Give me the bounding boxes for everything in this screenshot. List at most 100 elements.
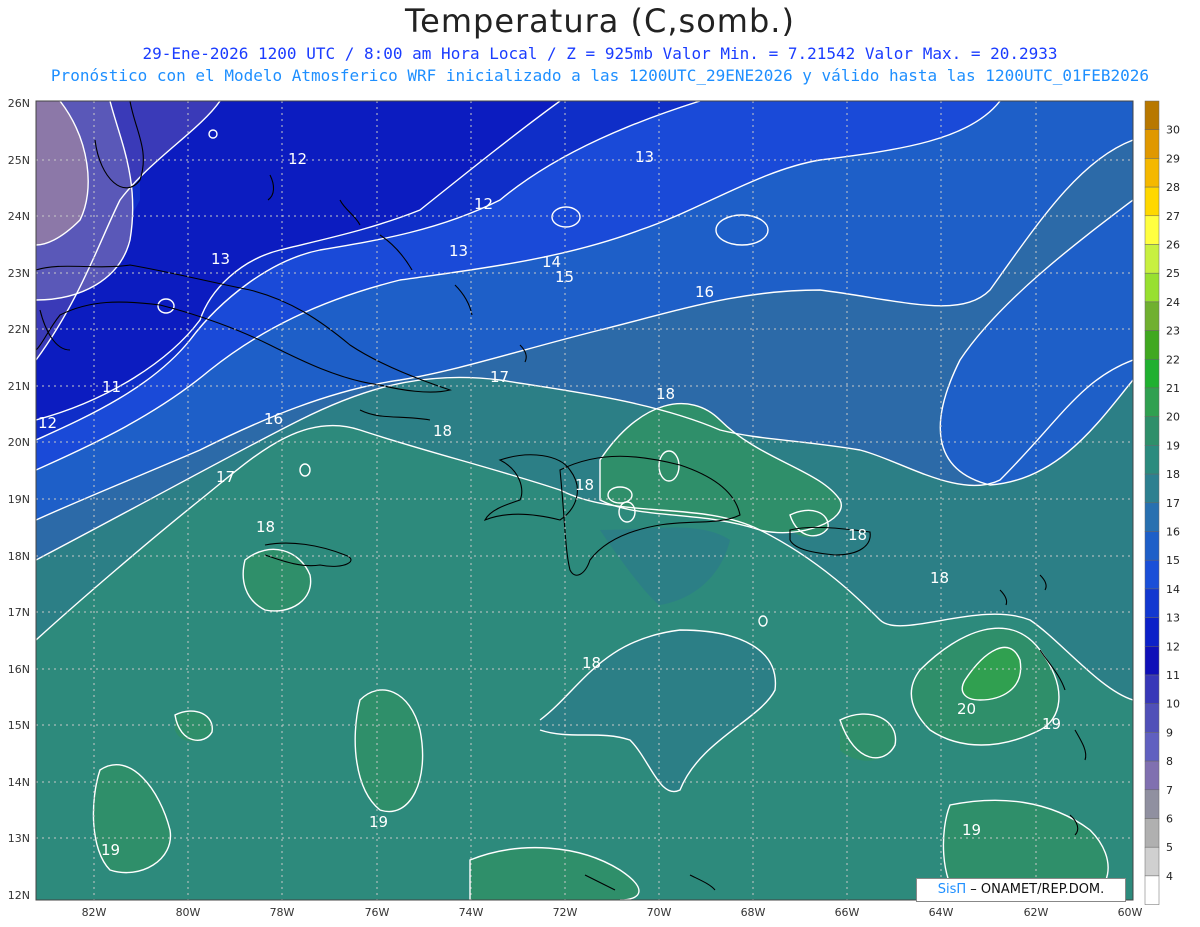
latitude-labels: 26N 25N 24N 23N 22N 21N 20N 19N 18N 17N … [8,97,30,902]
contour-label: 19 [962,821,981,839]
colorbar-swatch [1144,789,1160,819]
contour-label: 11 [102,378,121,396]
colorbar-swatch [1144,875,1160,905]
lat-label: 20N [8,436,30,449]
lat-label: 25N [8,154,30,167]
colorbar-label: 18 [1166,468,1180,481]
colorbar-swatch [1144,646,1160,676]
contour-label: 13 [211,250,230,268]
colorbar-label: 30 [1166,124,1180,137]
colorbar-swatch [1144,416,1160,446]
colorbar-swatch [1144,244,1160,274]
lat-label: 26N [8,97,30,110]
contour-label: 20 [957,700,976,718]
lat-label: 24N [8,210,30,223]
lat-label: 23N [8,267,30,280]
lat-label: 16N [8,663,30,676]
colorbar-label: 13 [1166,612,1180,625]
colorbar-label: 29 [1166,152,1180,165]
contour-label: 18 [575,476,594,494]
lon-label: 72W [553,906,578,919]
contour-label: 12 [474,195,493,213]
colorbar-swatch [1144,186,1160,217]
lat-label: 14N [8,776,30,789]
colorbar-label: 11 [1166,669,1180,682]
colorbar-label: 6 [1166,813,1173,826]
colorbar-label: 9 [1166,726,1173,739]
lon-label: 70W [647,906,672,919]
colorbar-swatch [1144,818,1160,848]
lon-label: 64W [929,906,954,919]
contour-label: 12 [38,414,57,432]
colorbar-swatch [1144,100,1160,130]
colorbar-swatch [1144,674,1160,704]
longitude-labels: 82W 80W 78W 76W 74W 72W 70W 68W 66W 64W … [82,906,1143,919]
contour-label: 13 [635,148,654,166]
colorbar-swatch [1144,617,1160,647]
colorbar-label: 4 [1166,870,1173,883]
colorbar-swatch [1144,359,1160,389]
colorbar-label: 14 [1166,583,1180,596]
contour-label: 19 [101,841,120,859]
colorbar-swatch [1144,760,1160,791]
contour-label: 15 [555,268,574,286]
colorbar-swatch [1144,559,1160,590]
lon-label: 74W [459,906,484,919]
lat-label: 21N [8,380,30,393]
lon-label: 62W [1024,906,1049,919]
colorbar-swatch [1144,301,1160,331]
contour-label: 18 [930,569,949,587]
contour-label: 18 [848,526,867,544]
colorbar-label: 22 [1166,353,1180,366]
contour-label: 16 [264,410,283,428]
colorbar-label: 23 [1166,325,1180,338]
lat-label: 17N [8,606,30,619]
contour-label: 13 [449,242,468,260]
colorbar-swatch [1144,846,1160,877]
lat-label: 13N [8,832,30,845]
lat-label: 22N [8,323,30,336]
credits-box: SisΠ – ONAMET/REP.DOM. [916,878,1126,902]
colorbar-label: 28 [1166,181,1180,194]
lon-label: 76W [365,906,390,919]
contour-label: 17 [490,368,509,386]
colorbar-label: 8 [1166,755,1173,768]
contour-label: 18 [433,422,452,440]
colorbar-label: 17 [1166,497,1180,510]
colorbar-swatch [1144,272,1160,303]
contour-label: 16 [695,283,714,301]
lat-label: 18N [8,550,30,563]
contour-label: 19 [369,813,388,831]
lat-label: 12N [8,889,30,902]
lon-label: 80W [176,906,201,919]
credits-text: – ONAMET/REP.DOM. [970,882,1105,897]
colorbar-label: 16 [1166,526,1180,539]
colorbar-swatch [1144,445,1160,475]
colorbar-label: 10 [1166,698,1180,711]
colorbar-label: 19 [1166,439,1180,452]
lon-label: 78W [270,906,295,919]
contour-label: 18 [582,654,601,672]
colorbar-swatch [1144,588,1160,618]
colorbar-swatch [1144,330,1160,360]
contour-label: 17 [216,468,235,486]
colorbar-swatch [1144,531,1160,561]
lat-label: 15N [8,719,30,732]
colorbar-label: 7 [1166,784,1173,797]
colorbar-swatch [1144,703,1160,733]
contour-label: 18 [256,518,275,536]
lat-label: 19N [8,493,30,506]
lon-label: 66W [835,906,860,919]
colorbar-label: 21 [1166,382,1180,395]
colorbar-swatch [1144,129,1160,159]
colorbar-swatch [1144,387,1160,417]
lon-label: 82W [82,906,107,919]
colorbar-swatch [1144,732,1160,762]
lon-label: 60W [1118,906,1143,919]
colorbar-label: 20 [1166,411,1180,424]
colorbar-swatch [1144,473,1160,504]
colorbar-swatch [1144,158,1160,188]
colorbar-swatch [1144,502,1160,532]
temperature-map: 12 13 12 13 14 15 16 13 11 12 16 17 17 1… [8,97,1180,919]
colorbar-swatch [1144,215,1160,245]
